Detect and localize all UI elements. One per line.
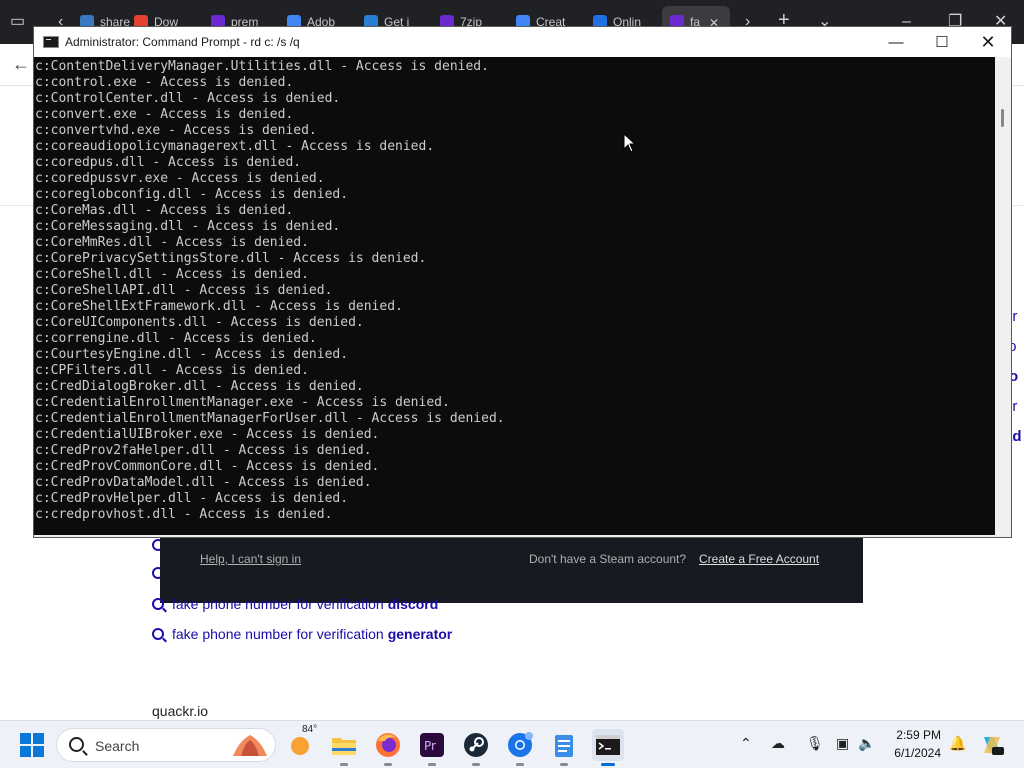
console-line: c:CoreMessaging.dll - Access is denied. bbox=[35, 219, 341, 234]
command-prompt-window[interactable]: Administrator: Command Prompt - rd c: /s… bbox=[33, 26, 1012, 538]
tab-actions-icon[interactable]: ▭ bbox=[10, 12, 25, 32]
copilot-icon bbox=[984, 737, 1004, 755]
running-indicator bbox=[516, 763, 524, 766]
console-line: c:CredDialogBroker.dll - Access is denie… bbox=[35, 379, 364, 394]
folder-icon bbox=[332, 738, 356, 755]
cmd-app-icon bbox=[43, 36, 59, 48]
running-indicator bbox=[560, 763, 568, 766]
running-indicator bbox=[472, 763, 480, 766]
console-line: c:coreglobconfig.dll - Access is denied. bbox=[35, 187, 349, 202]
cmd-console-output[interactable]: c:ContentDeliveryManager.Utilities.dll -… bbox=[34, 57, 995, 537]
console-line: c:ContentDeliveryManager.Utilities.dll -… bbox=[35, 59, 489, 74]
weather-temperature: 84° bbox=[302, 724, 318, 735]
windows-start-icon[interactable] bbox=[20, 733, 44, 757]
taskbar-search-box[interactable]: Search bbox=[56, 728, 276, 762]
running-indicator bbox=[384, 763, 392, 766]
taskbar: Search 84° Pr ⌃ ☁ 🎙 ▣ 🔈 2:59 PM 6/1/2024… bbox=[0, 720, 1024, 768]
chrome-icon bbox=[508, 732, 533, 757]
console-line: c:credprovhost.dll - Access is denied. bbox=[35, 507, 333, 522]
console-line: c:CoreShellAPI.dll - Access is denied. bbox=[35, 283, 333, 298]
steam-icon bbox=[464, 733, 488, 757]
clock-time[interactable]: 2:59 PM bbox=[895, 728, 941, 742]
console-line: c:convert.exe - Access is denied. bbox=[35, 107, 294, 122]
running-indicator bbox=[340, 763, 348, 766]
suggestion-text: fake phone number for verification bbox=[172, 626, 384, 642]
taskbar-file-explorer[interactable] bbox=[328, 729, 360, 766]
search-icon bbox=[152, 628, 164, 640]
console-line: c:coreaudiopolicymanagerext.dll - Access… bbox=[35, 139, 435, 154]
search-highlight-art-icon bbox=[233, 735, 267, 756]
console-line: c:CoreShellExtFramework.dll - Access is … bbox=[35, 299, 403, 314]
network-icon[interactable]: ▣ bbox=[836, 735, 849, 752]
console-line: c:CoreMas.dll - Access is denied. bbox=[35, 203, 294, 218]
console-line: c:control.exe - Access is denied. bbox=[35, 75, 294, 90]
svg-text:Pr: Pr bbox=[424, 739, 436, 753]
create-account-link[interactable]: Create a Free Account bbox=[699, 552, 819, 566]
search-suggestion[interactable]: fake phone number for verification gener… bbox=[152, 624, 452, 644]
suggestion-text: fake phone number for verification bbox=[172, 596, 384, 612]
console-line: c:CoreUIComponents.dll - Access is denie… bbox=[35, 315, 364, 330]
premiere-pro-icon: Pr bbox=[420, 733, 444, 757]
console-line: c:CoreMmRes.dll - Access is denied. bbox=[35, 235, 309, 250]
console-line: c:coredpussvr.exe - Access is denied. bbox=[35, 171, 325, 186]
console-line: c:CredProvDataModel.dll - Access is deni… bbox=[35, 475, 372, 490]
console-line: c:CredentialUIBroker.exe - Access is den… bbox=[35, 427, 380, 442]
console-line: c:correngine.dll - Access is denied. bbox=[35, 331, 317, 346]
taskbar-steam[interactable] bbox=[460, 729, 492, 766]
no-account-text: Don't have a Steam account? bbox=[529, 552, 687, 566]
site-label[interactable]: quackr.io bbox=[152, 703, 208, 719]
cant-sign-in-link[interactable]: Help, I can't sign in bbox=[200, 552, 301, 566]
active-indicator bbox=[601, 763, 615, 766]
console-line: c:ControlCenter.dll - Access is denied. bbox=[35, 91, 341, 106]
cmd-scrollbar[interactable] bbox=[995, 57, 1011, 537]
cmd-scroll-thumb[interactable] bbox=[1001, 109, 1004, 127]
search-suggestion[interactable]: fake phone number for verification disco… bbox=[152, 594, 438, 614]
cmd-window-title: Administrator: Command Prompt - rd c: /s… bbox=[65, 35, 300, 49]
notification-bell-icon[interactable]: 🔔 bbox=[949, 735, 966, 752]
console-line: c:CoreShell.dll - Access is denied. bbox=[35, 267, 309, 282]
console-line: c:CPFilters.dll - Access is denied. bbox=[35, 363, 309, 378]
console-line: c:CredentialEnrollmentManagerForUser.dll… bbox=[35, 411, 505, 426]
firefox-icon bbox=[376, 733, 400, 757]
cmd-title-bar[interactable]: Administrator: Command Prompt - rd c: /s… bbox=[34, 27, 1011, 57]
console-line: c:CredProv2faHelper.dll - Access is deni… bbox=[35, 443, 372, 458]
search-placeholder: Search bbox=[95, 738, 140, 754]
notepad-icon bbox=[555, 735, 573, 757]
show-hidden-icons-chevron-icon[interactable]: ⌃ bbox=[740, 735, 752, 752]
volume-icon[interactable]: 🔈 bbox=[858, 735, 875, 752]
clock-date[interactable]: 6/1/2024 bbox=[890, 746, 941, 760]
taskbar-notepad[interactable] bbox=[548, 729, 580, 766]
taskbar-chrome[interactable] bbox=[504, 729, 536, 766]
suggestion-bold-text: discord bbox=[387, 596, 439, 612]
back-arrow-icon[interactable]: ← bbox=[12, 54, 30, 75]
mouse-cursor-icon bbox=[623, 133, 637, 153]
close-button[interactable]: ✕ bbox=[965, 27, 1011, 57]
taskbar-command-prompt[interactable] bbox=[592, 729, 624, 766]
console-line: c:CredentialEnrollmentManager.exe - Acce… bbox=[35, 395, 450, 410]
copilot-button[interactable] bbox=[976, 729, 1008, 761]
search-icon bbox=[69, 737, 84, 752]
onedrive-icon[interactable]: ☁ bbox=[771, 735, 785, 752]
microphone-icon[interactable]: 🎙 bbox=[806, 735, 824, 752]
search-icon bbox=[152, 598, 164, 610]
cmd-bottom-edge bbox=[34, 535, 1011, 537]
taskbar-premiere[interactable]: Pr bbox=[416, 729, 448, 766]
maximize-button[interactable]: ☐ bbox=[919, 27, 965, 57]
command-prompt-icon bbox=[596, 735, 620, 755]
taskbar-firefox[interactable] bbox=[372, 729, 404, 766]
console-line: c:convertvhd.exe - Access is denied. bbox=[35, 123, 317, 138]
suggestion-bold-text: generator bbox=[387, 626, 453, 642]
running-indicator bbox=[428, 763, 436, 766]
console-line: c:CredProvCommonCore.dll - Access is den… bbox=[35, 459, 380, 474]
minimize-button[interactable]: — bbox=[873, 27, 919, 57]
console-line: c:coredpus.dll - Access is denied. bbox=[35, 155, 302, 170]
console-line: c:CredProvHelper.dll - Access is denied. bbox=[35, 491, 349, 506]
weather-sun-icon bbox=[291, 737, 309, 755]
console-line: c:CorePrivacySettingsStore.dll - Access … bbox=[35, 251, 427, 266]
console-line: c:CourtesyEngine.dll - Access is denied. bbox=[35, 347, 349, 362]
